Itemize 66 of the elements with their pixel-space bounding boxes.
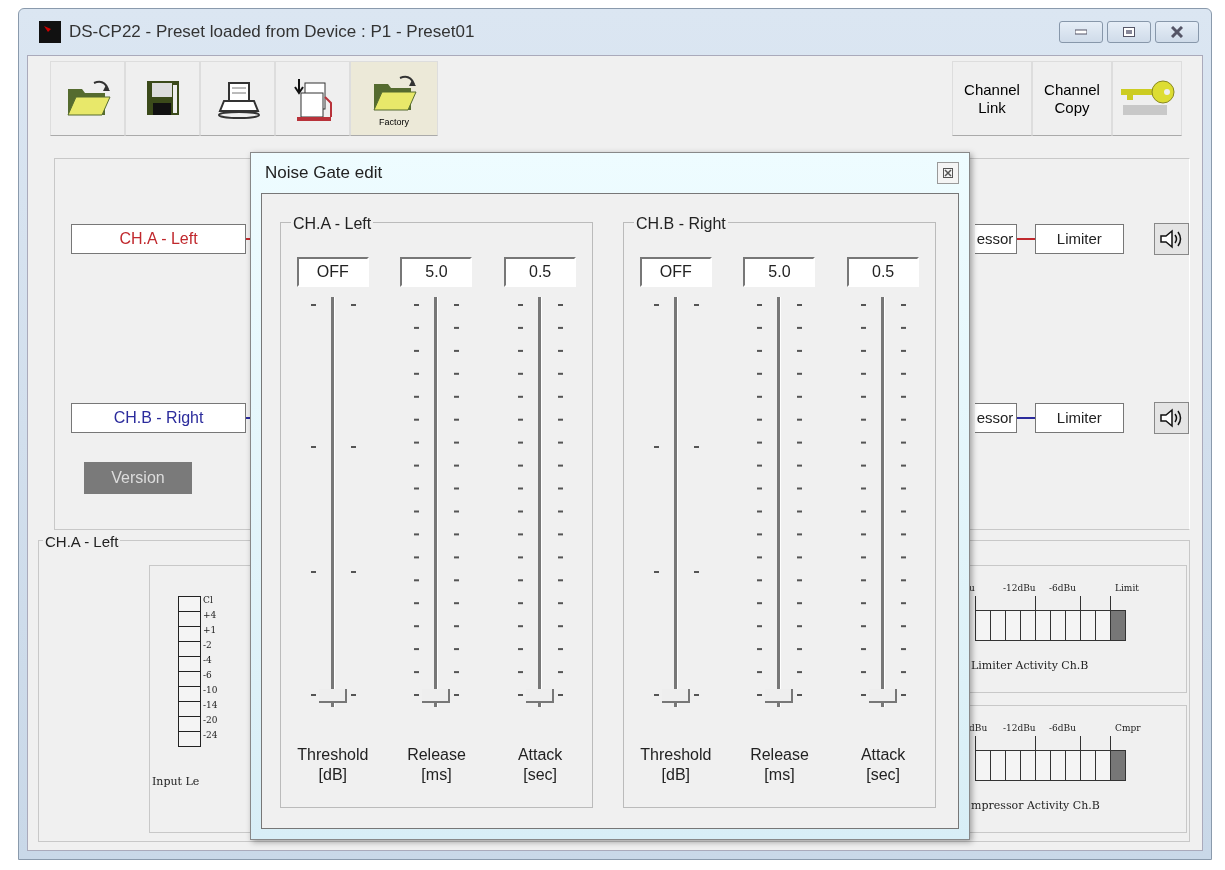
toolbar-button[interactable] [125, 61, 200, 136]
maximize-button[interactable] [1107, 21, 1151, 43]
slider-label: Attack [517, 745, 563, 765]
value-field[interactable]: 0.5 [504, 257, 577, 287]
dialog-close-button[interactable] [937, 162, 959, 184]
toolbar-button[interactable] [200, 61, 275, 136]
meter-scale-label: dBu [969, 722, 988, 735]
channel-button[interactable]: Channel Copy [1032, 61, 1112, 136]
signal-line [1017, 238, 1036, 240]
maximize-icon [1123, 27, 1135, 37]
slider-unit: [dB] [660, 765, 692, 785]
meter-scale-label: -6 [203, 669, 212, 682]
speaker-button[interactable] [1153, 402, 1189, 434]
meter-scale-label: Cmpr [1115, 722, 1141, 735]
meter-scale-label: -6dBu [1049, 582, 1076, 595]
meter-scale-label: -12dBu [1003, 582, 1036, 595]
value-field[interactable]: 5.0 [743, 257, 816, 287]
meter-scale-label: -2 [203, 639, 212, 652]
slider-unit: [dB] [317, 765, 349, 785]
meter-scale-label: u [969, 582, 975, 595]
meter-scale-label: Cl [203, 594, 213, 607]
meter-caption: Input Le [152, 774, 200, 790]
slider-unit: [ms] [763, 765, 796, 785]
channel-name-box: CH.A - Left [71, 224, 247, 254]
channel-name-box: CH.B - Right [71, 403, 247, 433]
value-field[interactable]: OFF [639, 257, 712, 287]
slider-label: Threshold [640, 745, 712, 765]
meter-scale-label: -20 [203, 714, 218, 727]
speaker-button[interactable] [1153, 223, 1189, 255]
channel-button[interactable]: Channel Link [952, 61, 1032, 136]
meter-caption: mpressor Activity Ch.B [971, 798, 1100, 814]
meter-scale-label: -10 [203, 684, 218, 697]
meter-scale-label: Limit [1115, 582, 1139, 595]
meter-scale-label: +1 [203, 624, 217, 637]
meter-scale-label: -6dBu [1049, 722, 1076, 735]
value-field[interactable]: OFF [296, 257, 369, 287]
slider-unit: [ms] [420, 765, 453, 785]
slider-label: Threshold [297, 745, 369, 765]
value-field[interactable]: 5.0 [400, 257, 473, 287]
speaker-icon[interactable] [1159, 229, 1184, 249]
dialog-title: Noise Gate edit [265, 162, 383, 185]
signal-line [1017, 417, 1036, 419]
app-logo-icon [39, 21, 61, 43]
minimize-icon [1075, 29, 1087, 35]
meter-scale-label: -14 [203, 699, 218, 712]
close-icon [943, 168, 953, 178]
slider-unit: [sec] [865, 765, 902, 785]
value-field[interactable]: 0.5 [847, 257, 920, 287]
close-icon [1171, 26, 1183, 38]
speaker-icon[interactable] [1159, 408, 1184, 428]
processor-block: Limiter [1035, 403, 1124, 433]
window-title: DS-CP22 - Preset loaded from Device : P1 - Preset01 [69, 21, 475, 44]
processor-block: essor [974, 224, 1018, 254]
processor-block: essor [974, 403, 1018, 433]
meter-scale-label: +4 [203, 609, 217, 622]
processor-block: Limiter [1035, 224, 1124, 254]
slider-label: Release [407, 745, 466, 765]
slider-unit: [sec] [522, 765, 559, 785]
slider-label: Release [750, 745, 809, 765]
factory-button[interactable]: Factory [350, 61, 438, 136]
meter-scale-label: -24 [203, 729, 218, 742]
meter-caption: Limiter Activity Ch.B [971, 658, 1089, 674]
meter-scale-label: -12dBu [1003, 722, 1036, 735]
meter-scale-label: -4 [203, 654, 212, 667]
slider-label: Attack [860, 745, 906, 765]
close-button[interactable] [1155, 21, 1199, 43]
